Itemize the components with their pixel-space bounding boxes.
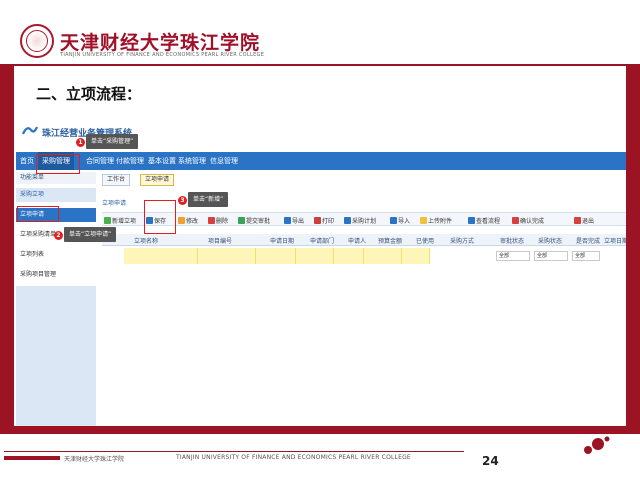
column-header[interactable]: 立项名称 bbox=[134, 236, 158, 245]
column-header[interactable]: 采购状态 bbox=[538, 236, 562, 245]
column-header[interactable]: 采购方式 bbox=[450, 236, 474, 245]
column-header[interactable]: 预算金额 bbox=[378, 236, 402, 245]
filter-cell[interactable] bbox=[296, 248, 334, 264]
column-header[interactable]: 申请日期 bbox=[270, 236, 294, 245]
column-header[interactable]: 是否完成 bbox=[576, 236, 600, 245]
section-title: 二、立项流程： bbox=[36, 85, 142, 103]
upload-attachment-button[interactable]: 上传附件 bbox=[420, 215, 452, 225]
delete-button[interactable]: 删除 bbox=[208, 215, 228, 225]
filter-cell[interactable] bbox=[198, 248, 256, 264]
footer-university-cn: 天津财经大学珠江学院 bbox=[64, 456, 125, 463]
footer-divider bbox=[4, 451, 464, 452]
slide-header: 天津财经大学珠江学院 TIANJIN UNIVERSITY OF FINANCE… bbox=[0, 0, 640, 64]
grid-header: 立项名称 项目编号 申请日期 申请部门 申请人 预算金额 已使用 采购方式 审批… bbox=[102, 234, 626, 246]
callout-step-2: 单击“立项申请” bbox=[64, 227, 117, 242]
confirm-icon bbox=[512, 216, 519, 224]
filter-cell[interactable] bbox=[334, 248, 364, 264]
filter-cell[interactable] bbox=[402, 248, 430, 264]
export-icon bbox=[284, 216, 291, 224]
panel-title: 立项申请 bbox=[102, 200, 127, 207]
approval-status-select[interactable]: 全部 bbox=[496, 251, 530, 261]
university-subtitle: TIANJIN UNIVERSITY OF FINANCE AND ECONOM… bbox=[60, 52, 265, 58]
university-name: 天津财经大学珠江学院 bbox=[60, 32, 261, 54]
callout-step-3: 单击“新增” bbox=[188, 192, 229, 207]
complete-status-select[interactable]: 全部 bbox=[572, 251, 600, 261]
column-header[interactable]: 已使用 bbox=[416, 236, 434, 245]
column-header[interactable]: 申请部门 bbox=[310, 236, 334, 245]
app-screenshot: 珠江经营业务管理系统 首页 采购管理 合同管理 付款管理 基本设置 系统管理 信… bbox=[16, 116, 626, 426]
nav-item-info[interactable]: 信息管理 bbox=[210, 156, 238, 166]
edit-icon bbox=[178, 216, 185, 224]
highlight-box bbox=[144, 200, 176, 234]
nav-item-system[interactable]: 系统管理 bbox=[178, 156, 206, 166]
confirm-complete-button[interactable]: 确认完成 bbox=[512, 215, 544, 225]
flow-icon bbox=[468, 216, 475, 224]
sidebar-filler bbox=[16, 286, 96, 426]
view-flow-button[interactable]: 查看流程 bbox=[468, 215, 500, 225]
sidebar-item-project-list[interactable]: 立项列表 bbox=[16, 248, 96, 262]
purchase-plan-button[interactable]: 采购计划 bbox=[344, 215, 376, 225]
column-header[interactable]: 审批状态 bbox=[500, 236, 524, 245]
corner-logo-icon bbox=[584, 436, 610, 454]
column-header[interactable]: 立项日期 bbox=[604, 236, 626, 245]
sidebar-item-project-manage[interactable]: 采购项目管理 bbox=[16, 268, 96, 282]
step-badge: 2 bbox=[54, 231, 63, 240]
print-button[interactable]: 打印 bbox=[314, 215, 334, 225]
nav-item-home[interactable]: 首页 bbox=[20, 156, 34, 166]
plan-icon bbox=[344, 216, 351, 224]
import-button[interactable]: 导入 bbox=[390, 215, 410, 225]
slide-content: 二、立项流程： 珠江经营业务管理系统 首页 采购管理 合同管理 付款管理 基本设… bbox=[14, 66, 626, 426]
nav-item-payments[interactable]: 付款管理 bbox=[116, 156, 144, 166]
callout-step-1: 单击“采购管理” bbox=[86, 134, 139, 149]
column-header[interactable]: 项目编号 bbox=[208, 236, 232, 245]
exit-icon bbox=[574, 216, 581, 224]
export-button[interactable]: 导出 bbox=[284, 215, 304, 225]
attachment-icon bbox=[420, 216, 427, 224]
filter-cell[interactable] bbox=[124, 248, 198, 264]
grid-filter-row: 全部 全部 全部 bbox=[124, 248, 626, 264]
toolbar: 新增立项 保存 修改 删除 提交审批 导出 打印 采购计划 导入 上传附件 查看… bbox=[102, 212, 626, 226]
highlight-box bbox=[17, 206, 59, 222]
purchase-status-select[interactable]: 全部 bbox=[534, 251, 568, 261]
tab-workbench[interactable]: 工作台 bbox=[102, 174, 131, 186]
footer-accent-bar bbox=[4, 456, 60, 460]
submit-icon bbox=[238, 216, 245, 224]
main-nav: 首页 采购管理 合同管理 付款管理 基本设置 系统管理 信息管理 bbox=[16, 152, 626, 170]
footer-university-en: TIANJIN UNIVERSITY OF FINANCE AND ECONOM… bbox=[176, 454, 411, 461]
import-icon bbox=[390, 216, 397, 224]
step-badge: 1 bbox=[76, 138, 85, 147]
delete-icon bbox=[208, 216, 215, 224]
tab-project-apply[interactable]: 立项申请 bbox=[140, 174, 175, 186]
exit-button[interactable]: 退出 bbox=[574, 215, 594, 225]
page-number: 24 bbox=[482, 454, 499, 468]
sidebar-group-project[interactable]: 采购立项 bbox=[16, 188, 96, 202]
highlight-box bbox=[36, 154, 80, 174]
app-logo-icon bbox=[22, 126, 38, 135]
add-icon bbox=[104, 216, 111, 224]
university-seal-icon bbox=[20, 24, 54, 58]
edit-button[interactable]: 修改 bbox=[178, 215, 198, 225]
nav-item-contracts[interactable]: 合同管理 bbox=[86, 156, 114, 166]
step-badge: 3 bbox=[178, 196, 187, 205]
column-header[interactable]: 申请人 bbox=[348, 236, 366, 245]
new-project-button[interactable]: 新增立项 bbox=[104, 215, 136, 225]
submit-approval-button[interactable]: 提交审批 bbox=[238, 215, 270, 225]
print-icon bbox=[314, 216, 321, 224]
filter-cell[interactable] bbox=[364, 248, 402, 264]
filter-cell[interactable] bbox=[256, 248, 296, 264]
nav-item-settings[interactable]: 基本设置 bbox=[148, 156, 176, 166]
